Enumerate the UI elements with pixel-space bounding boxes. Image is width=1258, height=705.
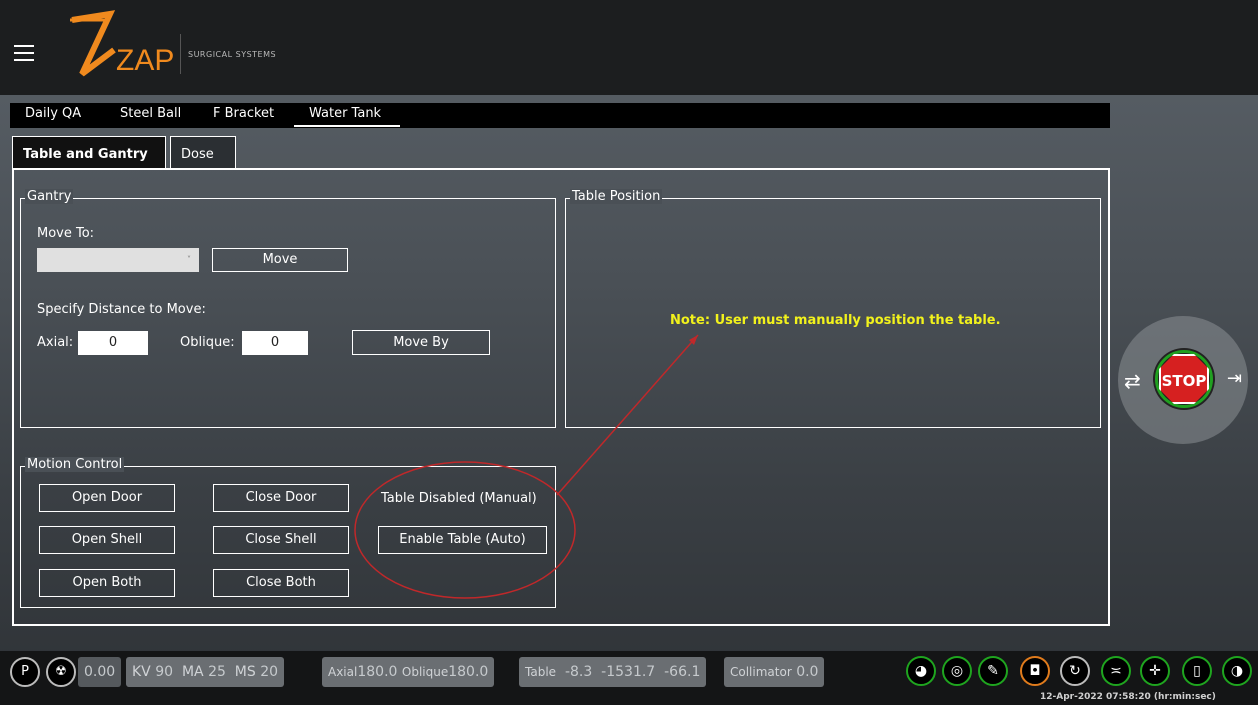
move-button[interactable]: Move	[212, 248, 348, 272]
alignment-icon[interactable]: ✛	[1140, 656, 1170, 686]
exit-icon[interactable]: ⇥	[1227, 368, 1242, 389]
ma-label: MA	[181, 664, 204, 680]
zap-logo: ZAP	[70, 10, 174, 77]
collimator-value: 0.0	[796, 664, 819, 680]
top-bar: ZAP SURGICAL SYSTEMS	[0, 0, 1258, 95]
oblique-status-value: 180.0	[448, 664, 489, 680]
swap-icon[interactable]: ⇄	[1124, 369, 1141, 393]
table-icon[interactable]: ≍	[1101, 656, 1131, 686]
gantry-angle-readout: Axial180.0 Oblique180.0	[322, 657, 495, 687]
target-icon[interactable]: ◎	[942, 656, 972, 686]
move-to-label: Move To:	[37, 226, 95, 241]
logo-text: ZAP	[116, 44, 174, 77]
open-shell-button[interactable]: Open Shell	[39, 526, 175, 554]
specify-distance-label: Specify Distance to Move:	[37, 302, 206, 317]
tab-table-and-gantry[interactable]: Table and Gantry	[12, 136, 166, 168]
table-z-value: -66.1	[664, 664, 701, 680]
logo-subtitle: SURGICAL SYSTEMS	[188, 50, 277, 59]
collimator-label: Collimator	[730, 665, 792, 679]
close-shell-button[interactable]: Close Shell	[213, 526, 349, 554]
door-icon[interactable]: ▯	[1182, 656, 1212, 686]
oblique-label: Oblique:	[180, 335, 235, 350]
main-nav: Daily QA Steel Ball F Bracket Water Tank	[10, 103, 1110, 128]
ma-value: 25	[208, 664, 226, 680]
pen-icon[interactable]: ✎	[978, 656, 1008, 686]
oblique-input[interactable]: 0	[242, 331, 308, 355]
dose-value: 0.00	[84, 664, 116, 680]
ms-label: MS	[234, 664, 256, 680]
chevron-down-icon: ˅	[187, 255, 191, 264]
gantry-group-label: Gantry	[25, 189, 74, 204]
axial-input[interactable]: 0	[78, 331, 148, 355]
axial-status-value: 180.0	[357, 664, 398, 680]
manual-table-note: Note: User must manually position the ta…	[670, 313, 1001, 328]
menu-icon[interactable]	[14, 45, 34, 63]
table-x-value: -8.3	[564, 664, 593, 680]
logo-divider	[180, 34, 181, 74]
tab-steel-ball[interactable]: Steel Ball	[120, 106, 181, 121]
open-door-button[interactable]: Open Door	[39, 484, 175, 512]
enable-table-button[interactable]: Enable Table (Auto)	[378, 526, 547, 554]
axial-label: Axial:	[37, 335, 74, 350]
dose-readout: 0.00	[78, 657, 122, 687]
kv-ma-ms-readout: KV 90 MA 25 MS 20	[126, 657, 285, 687]
table-readout: Table -8.3 -1531.7 -66.1	[519, 657, 707, 687]
move-by-button[interactable]: Move By	[352, 330, 490, 355]
open-both-button[interactable]: Open Both	[39, 569, 175, 597]
tab-dose[interactable]: Dose	[170, 136, 236, 168]
app-window: ZAP SURGICAL SYSTEMS Daily QA Steel Ball…	[0, 0, 1258, 705]
kv-label: KV	[132, 664, 151, 680]
close-door-button[interactable]: Close Door	[213, 484, 349, 512]
radiation-icon: ☢	[46, 657, 76, 687]
close-both-button[interactable]: Close Both	[213, 569, 349, 597]
p-mode-button[interactable]: P	[10, 657, 40, 687]
table-y-value: -1531.7	[601, 664, 656, 680]
stop-sign-icon: STOP	[1159, 354, 1209, 404]
timestamp: 12-Apr-2022 07:58:20 (hr:min:sec)	[1040, 692, 1216, 702]
kv-value: 90	[155, 664, 174, 680]
motion-control-group-label: Motion Control	[25, 457, 125, 472]
tab-water-tank[interactable]: Water Tank	[309, 106, 381, 121]
tab-daily-qa[interactable]: Daily QA	[25, 106, 81, 121]
oblique-status-label: Oblique	[401, 665, 449, 679]
table-status-label: Table	[525, 665, 557, 679]
stop-button[interactable]: STOP	[1153, 348, 1215, 410]
head-icon[interactable]: ◕	[906, 656, 936, 686]
active-tab-indicator	[294, 125, 400, 127]
table-status-label: Table Disabled (Manual)	[381, 491, 537, 506]
camera-icon[interactable]: ◘	[1020, 656, 1050, 686]
axial-status-label: Axial	[328, 665, 358, 679]
collimator-readout: Collimator 0.0	[724, 657, 825, 687]
shell-icon[interactable]: ◑	[1222, 656, 1252, 686]
ms-value: 20	[260, 664, 279, 680]
move-to-select[interactable]: ˅	[37, 248, 199, 272]
refresh-icon[interactable]: ↻	[1060, 656, 1090, 686]
table-position-group-label: Table Position	[570, 189, 663, 204]
tab-f-bracket[interactable]: F Bracket	[213, 106, 274, 121]
